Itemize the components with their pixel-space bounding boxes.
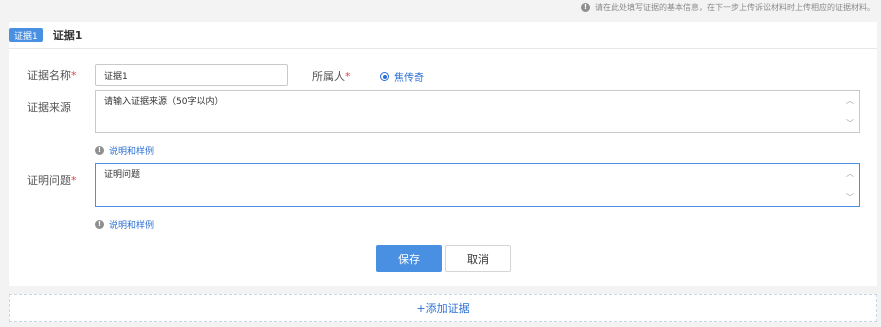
chevron-up-icon[interactable]: ︿ (845, 95, 855, 105)
owner-label-text: 所属人 (312, 70, 345, 83)
evidence-card-header: 证据1 证据1 (9, 22, 877, 49)
evidence-source-label-text: 证据来源 (27, 101, 71, 114)
evidence-source-textarea[interactable]: 请输入证据来源（50字以内） ︿ ﹀ (95, 90, 860, 133)
required-mark: * (71, 69, 77, 82)
chevron-down-icon[interactable]: ﹀ (845, 118, 855, 128)
evidence-name-input[interactable]: 证据1 (95, 64, 288, 86)
radio-selected-icon (380, 72, 389, 81)
evidence-issue-textarea[interactable]: 证明问题 ︿ ﹀ (95, 163, 860, 207)
info-icon: ! (95, 146, 104, 155)
evidence-name-label-text: 证据名称 (27, 69, 71, 82)
top-notice: ! 请在此处填写证据的基本信息，在下一步上传诉讼材料时上传相应的证据材料。 (581, 0, 875, 14)
info-icon: ! (581, 2, 590, 12)
chevron-down-icon[interactable]: ﹀ (845, 192, 855, 202)
evidence-tag: 证据1 (9, 28, 43, 42)
evidence-issue-value: 证明问题 (104, 170, 141, 180)
owner-radio[interactable]: 焦传奇 (380, 69, 424, 84)
evidence-issue-label-text: 证明问题 (27, 174, 71, 187)
owner-label: 所属人* (312, 68, 351, 84)
required-mark: * (71, 174, 77, 187)
evidence-source-label: 证据来源 (27, 99, 71, 115)
evidence-issue-label: 证明问题* (27, 172, 77, 188)
evidence-name-value: 证据1 (104, 71, 128, 82)
info-icon: ! (95, 220, 104, 229)
required-mark: * (345, 70, 351, 83)
save-button[interactable]: 保存 (376, 245, 442, 272)
evidence-card: 证据1 证据1 证据名称* 证据1 所属人* 焦传奇 证据来源 请输入证据来源（… (9, 22, 877, 286)
issue-help-text: 说明和样例 (109, 221, 155, 231)
evidence-source-placeholder: 请输入证据来源（50字以内） (104, 97, 224, 107)
evidence-title: 证据1 (52, 29, 83, 42)
issue-help-link[interactable]: ! 说明和样例 (95, 218, 154, 231)
source-help-text: 说明和样例 (109, 147, 155, 157)
evidence-name-label: 证据名称* (27, 67, 77, 83)
cancel-button[interactable]: 取消 (445, 245, 511, 272)
notice-text: 请在此处填写证据的基本信息，在下一步上传诉讼材料时上传相应的证据材料。 (595, 2, 875, 12)
add-evidence-button[interactable]: +添加证据 (9, 294, 877, 322)
chevron-up-icon[interactable]: ︿ (845, 168, 855, 178)
owner-option-label: 焦传奇 (394, 73, 424, 84)
source-help-link[interactable]: ! 说明和样例 (95, 144, 154, 157)
